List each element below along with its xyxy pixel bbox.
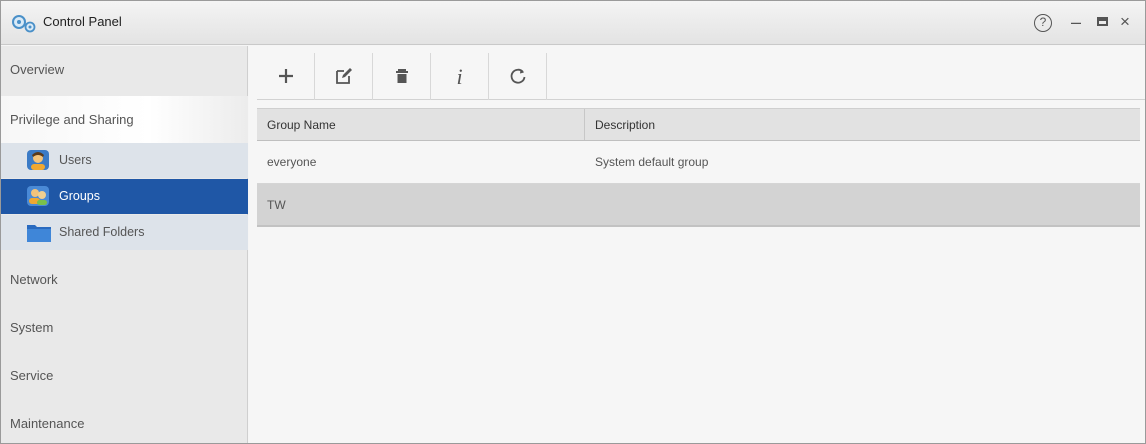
column-header-group-name[interactable]: Group Name (267, 118, 336, 132)
table-row[interactable]: everyone System default group (257, 141, 1140, 184)
window-title: Control Panel (43, 14, 122, 29)
info-button[interactable]: i (431, 53, 489, 100)
edit-icon (335, 68, 352, 84)
sidebar-item-network[interactable]: Network (1, 256, 248, 304)
refresh-button[interactable] (489, 53, 547, 100)
groups-table: Group Name Description everyone System d… (257, 108, 1140, 227)
control-panel-app-icon (11, 12, 37, 34)
sidebar-subitem-label: Groups (59, 189, 100, 203)
help-icon: ? (1034, 14, 1052, 32)
sidebar-item-overview[interactable]: Overview (1, 46, 248, 94)
delete-button[interactable] (373, 53, 431, 100)
cell-group-name: TW (267, 198, 286, 212)
table-row-selected[interactable]: TW (257, 184, 1140, 227)
maximize-button[interactable] (1091, 11, 1113, 33)
cell-group-name: everyone (267, 155, 317, 169)
column-header-description[interactable]: Description (595, 118, 655, 132)
column-divider[interactable] (584, 109, 585, 140)
cell-description: System default group (595, 155, 709, 169)
close-button[interactable]: × (1114, 11, 1136, 33)
main-panel: i Group Name Description everyone System… (249, 46, 1145, 443)
minimize-icon: – (1070, 12, 1081, 32)
title-bar: Control Panel ? – × (1, 1, 1145, 45)
sidebar-subitem-label: Shared Folders (59, 225, 145, 239)
control-panel-window: Control Panel ? – × Overview Privilege a… (0, 0, 1146, 444)
group-icon (26, 185, 50, 207)
minimize-button[interactable]: – (1065, 11, 1087, 33)
add-button[interactable] (257, 53, 315, 100)
sidebar-subitem-users[interactable]: Users (1, 143, 248, 178)
toolbar: i (257, 53, 1145, 100)
sidebar-subitem-groups[interactable]: Groups (1, 179, 248, 214)
delete-icon (395, 69, 408, 83)
sidebar-item-system[interactable]: System (1, 304, 248, 352)
sidebar-item-privilege-and-sharing[interactable]: Privilege and Sharing (1, 96, 248, 144)
edit-button[interactable] (315, 53, 373, 100)
refresh-icon (510, 68, 525, 84)
help-button[interactable]: ? (1032, 11, 1054, 33)
maximize-icon (1096, 17, 1108, 26)
sidebar-subitem-shared-folders[interactable]: Shared Folders (1, 215, 248, 250)
sidebar-item-maintenance[interactable]: Maintenance (1, 400, 248, 443)
folder-icon (26, 221, 51, 243)
sidebar-item-service[interactable]: Service (1, 352, 248, 400)
add-icon (278, 69, 293, 83)
user-icon (26, 149, 50, 171)
close-icon: × (1120, 12, 1130, 31)
sidebar: Overview Privilege and Sharing Users Gro… (1, 46, 248, 443)
sidebar-subitem-label: Users (59, 153, 92, 167)
info-icon: i (456, 64, 463, 89)
table-header: Group Name Description (257, 108, 1140, 141)
